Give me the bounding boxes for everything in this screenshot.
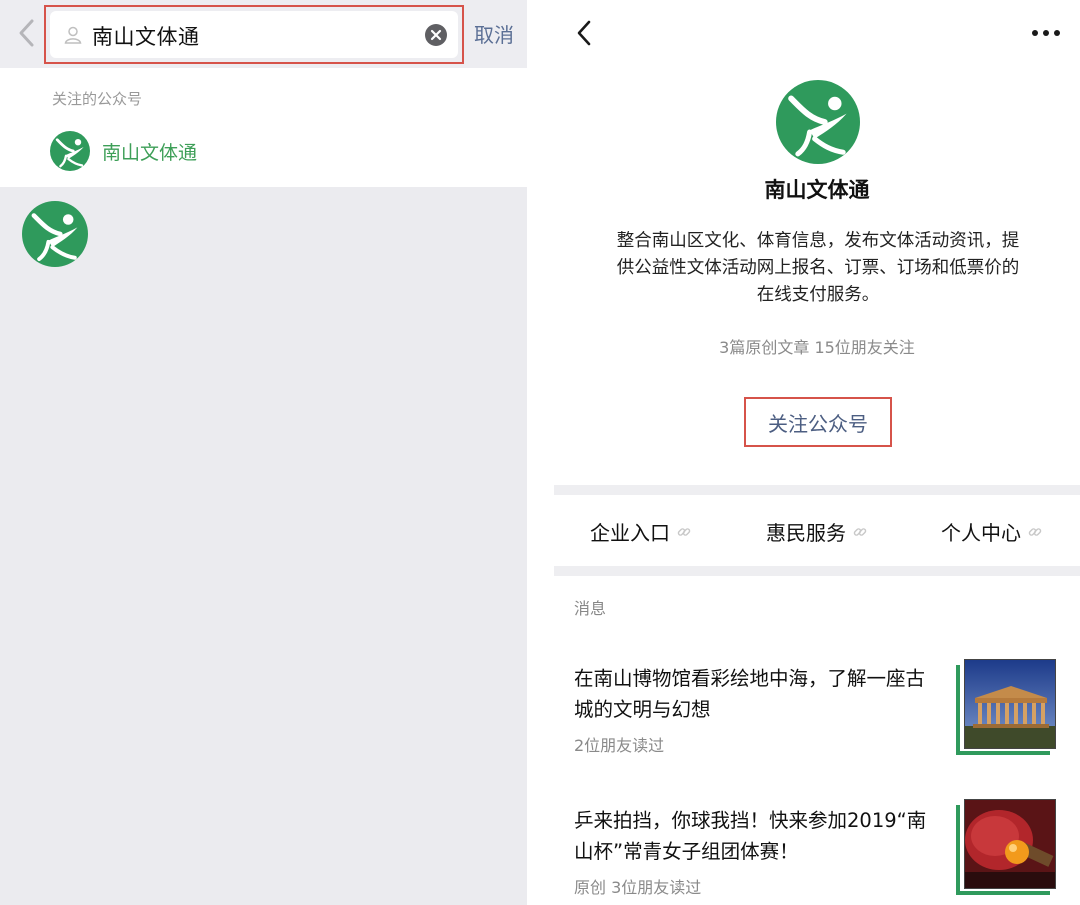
article-thumbnail <box>956 659 1056 755</box>
table-tennis-image <box>964 799 1056 889</box>
menu-item-label: 个人中心 <box>941 521 1021 545</box>
search-input[interactable]: 南山文体通 <box>50 11 458 58</box>
panel-divider <box>527 0 554 905</box>
back-chevron-icon[interactable] <box>12 16 42 50</box>
link-icon <box>853 527 867 536</box>
back-icon[interactable] <box>574 18 594 48</box>
menu-item-label: 惠民服务 <box>766 521 846 545</box>
article-meta: 2位朋友读过 <box>574 736 665 755</box>
article-meta: 原创 3位朋友读过 <box>574 878 702 897</box>
section-separator <box>554 566 1080 576</box>
account-menu: 企业入口 惠民服务 个人中心 <box>554 495 1080 567</box>
profile-screen: 南山文体通 整合南山区文化、体育信息，发布文体活动资讯，提供公益性文体活动网上报… <box>554 0 1080 905</box>
clear-icon[interactable] <box>424 23 448 47</box>
link-icon <box>677 527 691 536</box>
section-label: 关注的公众号 <box>52 90 143 108</box>
search-screen: 南山文体通 取消 关注的公众号 南山文体通 <box>0 0 527 905</box>
messages-label: 消息 <box>574 599 607 618</box>
museum-image <box>964 659 1056 749</box>
account-icon <box>64 26 82 44</box>
menu-item-label: 企业入口 <box>590 521 670 545</box>
article-item[interactable]: 在南山博物馆看彩绘地中海，了解一座古城的文明与幻想 2位朋友读过 <box>554 659 1080 763</box>
search-input-highlight: 南山文体通 <box>44 5 464 64</box>
search-bar: 南山文体通 取消 <box>0 0 527 68</box>
menu-item-enterprise[interactable]: 企业入口 <box>590 517 692 546</box>
result-item[interactable]: 南山文体通 <box>0 128 527 178</box>
article-title: 在南山博物馆看彩绘地中海，了解一座古城的文明与幻想 <box>574 667 926 721</box>
cancel-button[interactable]: 取消 <box>474 19 514 48</box>
result-name: 南山文体通 <box>102 142 198 164</box>
search-query-text: 南山文体通 <box>92 25 200 49</box>
section-separator <box>554 485 1080 495</box>
follow-button[interactable]: 关注公众号 <box>768 408 868 437</box>
account-logo-icon <box>50 131 90 171</box>
follow-button-highlight: 关注公众号 <box>744 397 892 447</box>
article-item[interactable]: 乒来拍挡，你球我挡！快来参加2019“南山杯”常青女子组团体赛！ 原创 3位朋友… <box>554 799 1080 905</box>
menu-item-personal[interactable]: 个人中心 <box>941 517 1043 546</box>
more-icon[interactable] <box>1030 23 1062 43</box>
search-results: 关注的公众号 南山文体通 <box>0 68 527 187</box>
account-logo-icon <box>776 80 860 164</box>
account-name: 南山文体通 <box>764 178 870 202</box>
menu-item-services[interactable]: 惠民服务 <box>766 517 868 546</box>
account-description: 整合南山区文化、体育信息，发布文体活动资讯，提供公益性文体活动网上报名、订票、订… <box>616 231 1020 305</box>
account-stats: 3篇原创文章 15位朋友关注 <box>719 338 915 357</box>
article-thumbnail <box>956 799 1056 895</box>
account-logo-icon <box>22 201 88 267</box>
link-icon <box>1028 527 1042 536</box>
article-title: 乒来拍挡，你球我挡！快来参加2019“南山杯”常青女子组团体赛！ <box>574 809 927 863</box>
